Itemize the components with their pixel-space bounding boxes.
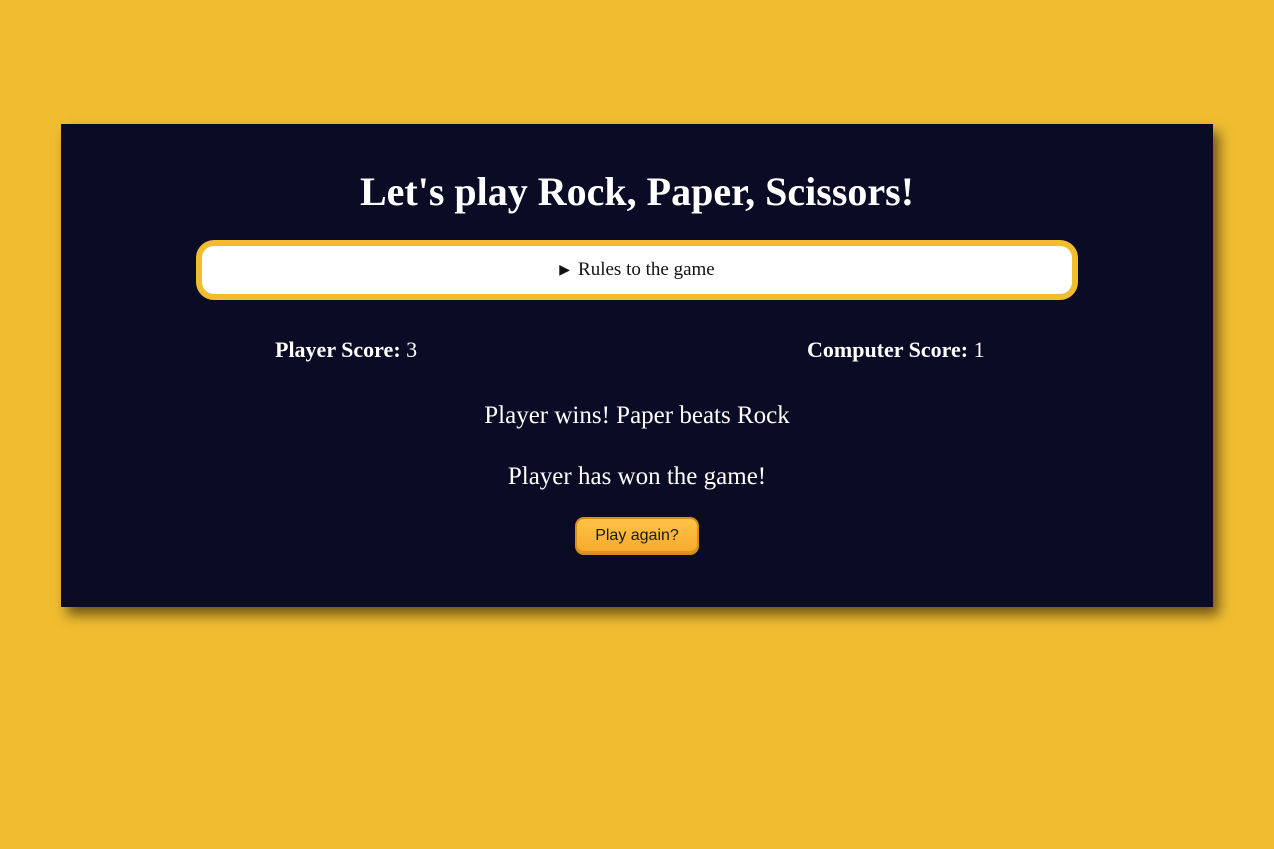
computer-score: Computer Score: 1 [807,336,985,364]
computer-score-label: Computer Score: [807,337,969,362]
rules-label: Rules to the game [578,259,715,280]
game-panel: Let's play Rock, Paper, Scissors! ▶ Rule… [61,124,1213,607]
final-result: Player has won the game! [507,463,767,490]
triangle-right-icon: ▶ [559,262,571,278]
round-result: Player wins! Paper beats Rock [484,402,790,429]
play-again-button[interactable]: Play again? [575,517,699,555]
computer-score-value: 1 [973,337,985,362]
rules-disclosure[interactable]: ▶ Rules to the game [196,240,1078,300]
player-score-value: 3 [406,337,418,362]
player-score: Player Score: 3 [275,336,417,364]
page-title: Let's play Rock, Paper, Scissors! [359,169,915,214]
player-score-label: Player Score: [275,337,401,362]
